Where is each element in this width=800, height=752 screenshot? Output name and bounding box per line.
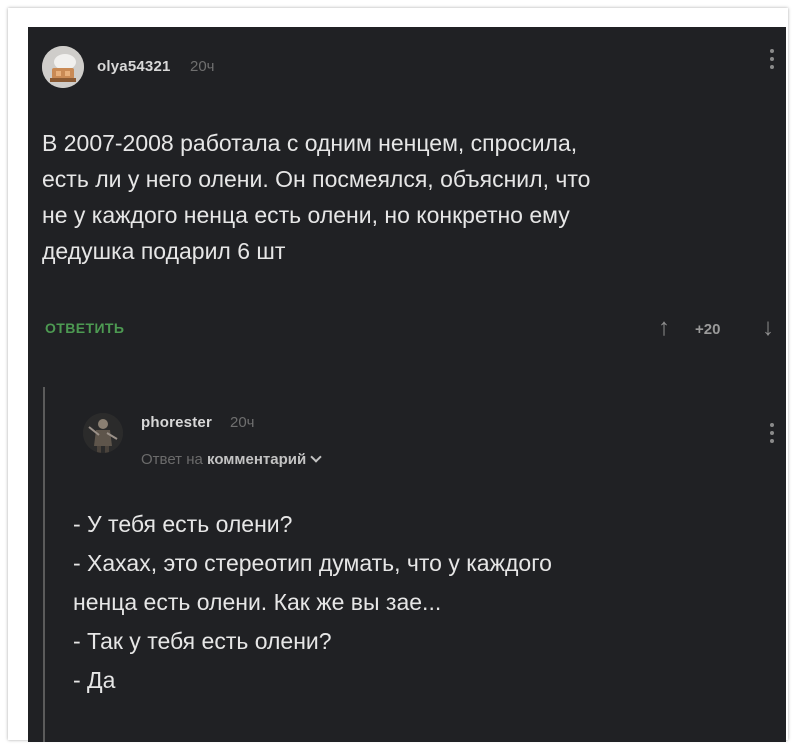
comment-more-icon[interactable]	[766, 46, 778, 74]
comment-line: есть ли у него олени. Он посмеялся, объя…	[42, 166, 591, 192]
reply-body: - У тебя есть олени? - Хахах, это стерео…	[73, 505, 773, 700]
comment-score: +20	[695, 321, 721, 338]
reply-line: - Хахах, это стереотип думать, что у каж…	[73, 550, 552, 576]
parent-comment-link[interactable]: комментарий	[207, 451, 306, 468]
reply-to-prefix: Ответ на	[141, 451, 203, 468]
comment-line: дедушка подарил 6 шт	[42, 238, 286, 264]
user-avatar[interactable]	[42, 46, 84, 88]
comment-line: не у каждого ненца есть олени, но конкре…	[42, 202, 570, 228]
comment-body: В 2007-2008 работала с одним ненцем, спр…	[42, 125, 782, 269]
reply-line: ненца есть олени. Как же вы зае...	[73, 589, 442, 615]
reply-user-avatar[interactable]	[83, 413, 123, 453]
reply-time: 20ч	[230, 414, 255, 431]
reply-button[interactable]: ОТВЕТИТЬ	[45, 320, 124, 336]
reply-line: - Так у тебя есть олени?	[73, 628, 332, 654]
chevron-down-icon[interactable]	[310, 451, 322, 463]
reply-line: - У тебя есть олени?	[73, 511, 293, 537]
downvote-icon[interactable]: ↓	[762, 316, 774, 340]
reply-more-icon[interactable]	[766, 420, 778, 448]
avatar-image-icon	[42, 46, 84, 88]
avatar-image-icon	[83, 413, 123, 453]
thread-line[interactable]	[43, 387, 45, 742]
reply-username[interactable]: phorester	[141, 414, 212, 431]
upvote-icon[interactable]: ↑	[658, 316, 670, 340]
comment-username[interactable]: olya54321	[97, 58, 171, 75]
comment-line: В 2007-2008 работала с одним ненцем, спр…	[42, 130, 578, 156]
image-frame: olya54321 20ч В 2007-2008 работала с одн…	[8, 8, 788, 742]
comment-time: 20ч	[190, 58, 215, 75]
reply-to-line: Ответ на комментарий	[141, 451, 322, 468]
reply-line: - Да	[73, 667, 116, 693]
comments-screen: olya54321 20ч В 2007-2008 работала с одн…	[28, 27, 786, 742]
